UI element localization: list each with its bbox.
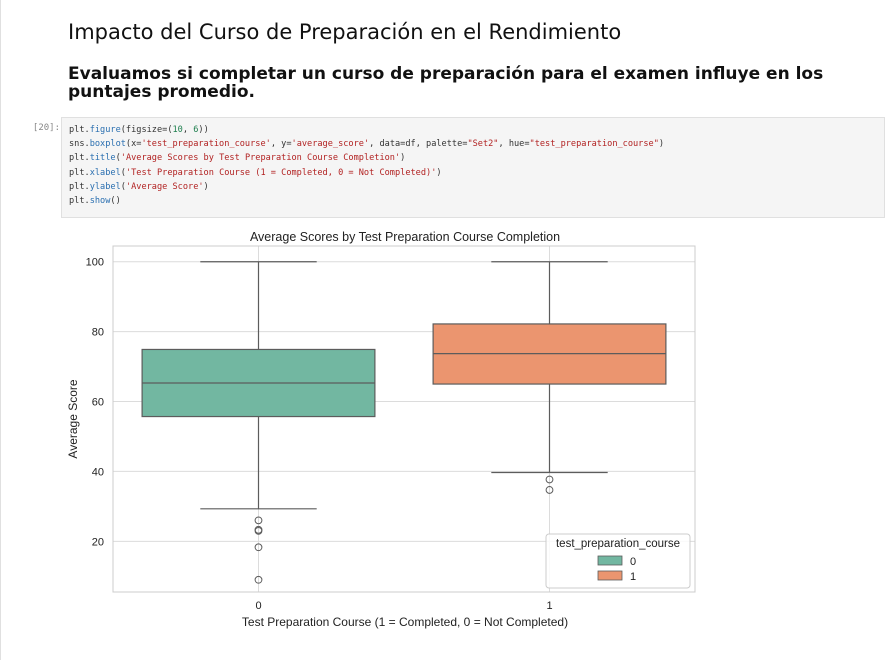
legend-entry-label: 0	[630, 556, 636, 568]
cell-execution-prompt: [20]:	[32, 123, 60, 133]
y-tick-label: 100	[86, 257, 104, 269]
code-line: plt.show()	[69, 195, 121, 206]
code-line: sns.boxplot(x='test_preparation_course',…	[69, 139, 665, 150]
x-tick-label: 0	[255, 600, 261, 612]
legend-entry-label: 1	[630, 571, 636, 583]
code-cell[interactable]: plt.figure(figsize=(10, 6)) sns.boxplot(x…	[61, 117, 885, 218]
boxplot-chart: Average Scores by Test Preparation Cours…	[66, 230, 696, 629]
x-axis-label: Test Preparation Course (1 = Completed, …	[242, 615, 568, 629]
chart-legend: test_preparation_course 0 1	[545, 533, 691, 589]
code-line: plt.ylabel('Average Score')	[69, 181, 209, 192]
y-tick-label: 20	[92, 536, 104, 548]
code-line: plt.title('Average Scores by Test Prepar…	[69, 153, 406, 164]
markdown-heading: Impacto del Curso de Preparación en el R…	[68, 20, 622, 44]
legend-swatch	[597, 570, 623, 581]
y-tick-label: 60	[92, 397, 104, 409]
code-line: plt.xlabel('Test Preparation Course (1 =…	[69, 167, 442, 178]
x-tick-label: 1	[546, 600, 552, 612]
cell-left-rail	[0, 0, 1, 660]
y-axis-label: Average Score	[66, 379, 80, 458]
legend-title: test_preparation_course	[556, 538, 680, 550]
y-tick-label: 40	[92, 466, 104, 478]
code-editor[interactable]: plt.figure(figsize=(10, 6)) sns.boxplot(x…	[69, 123, 664, 208]
markdown-subheading: Evaluamos si completar un curso de prepa…	[68, 64, 824, 102]
y-tick-label: 80	[92, 327, 104, 339]
code-line: plt.figure(figsize=(10, 6))	[69, 125, 209, 135]
legend-swatch	[597, 555, 623, 566]
cell-output: Average Scores by Test Preparation Cours…	[62, 226, 722, 640]
chart-title: Average Scores by Test Preparation Cours…	[250, 230, 560, 244]
